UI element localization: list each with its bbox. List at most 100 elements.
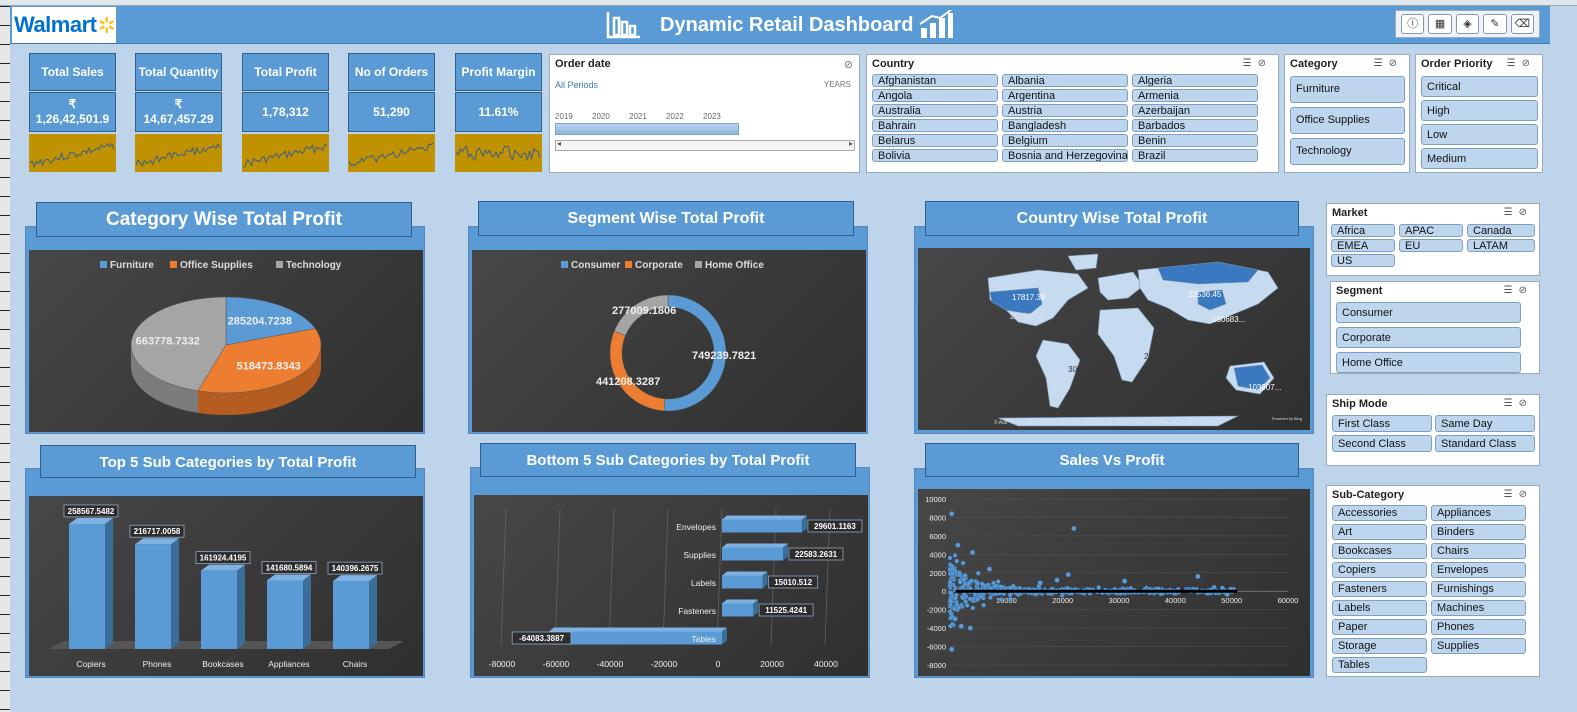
- sub-category-chip[interactable]: Bookcases: [1332, 543, 1427, 559]
- country-chip[interactable]: Albania: [1002, 74, 1128, 87]
- timeline-unit-dropdown[interactable]: YEARS: [824, 80, 851, 89]
- scatter-point: [1121, 578, 1128, 584]
- scatter-point: [975, 570, 981, 576]
- ship-mode-chip-same-day[interactable]: Same Day: [1435, 415, 1535, 432]
- sub-category-chip[interactable]: Machines: [1431, 600, 1526, 616]
- market-chip-canada[interactable]: Canada: [1467, 224, 1535, 237]
- scatter-point: [988, 595, 993, 600]
- category-chip-technology[interactable]: Technology: [1290, 138, 1405, 165]
- info-icon[interactable]: ⓘ: [1401, 14, 1425, 34]
- country-chip[interactable]: Austria: [1002, 104, 1128, 117]
- sub-category-chip[interactable]: Phones: [1431, 619, 1526, 635]
- y-tick-label: 0: [942, 587, 946, 596]
- sub-category-chip[interactable]: Furnishings: [1431, 581, 1526, 597]
- market-chip-latam[interactable]: LATAM: [1467, 239, 1535, 252]
- world-map[interactable]: 17817.39 286397.0... 22536.45 150683... …: [918, 248, 1310, 430]
- priority-chip-high[interactable]: High: [1421, 100, 1538, 121]
- scatter-point: [961, 577, 967, 583]
- category-chip-furniture[interactable]: Furniture: [1290, 76, 1405, 103]
- country-chip[interactable]: Australia: [872, 104, 998, 117]
- sub-category-chip[interactable]: Tables: [1332, 657, 1427, 673]
- sub-category-chip[interactable]: Paper: [1332, 619, 1427, 635]
- segment-chip-corporate[interactable]: Corporate: [1336, 327, 1521, 348]
- sub-category-chip[interactable]: Art: [1332, 524, 1427, 540]
- sub-category-chip[interactable]: Binders: [1431, 524, 1526, 540]
- market-chip-africa[interactable]: Africa: [1331, 224, 1395, 237]
- clear-icon[interactable]: ⌫: [1510, 14, 1535, 34]
- slicer-multiselect-clear-icons[interactable]: ☰⊘: [1374, 58, 1403, 69]
- country-chip[interactable]: Algeria: [1132, 74, 1258, 87]
- y-tick-label: 4000: [929, 550, 946, 559]
- map-label: 300.: [1068, 365, 1084, 374]
- country-chip[interactable]: Bangladesh: [1002, 119, 1128, 132]
- sub-category-chip[interactable]: Copiers: [1332, 562, 1427, 578]
- ship-mode-chip-second-class[interactable]: Second Class: [1332, 435, 1432, 452]
- ship-mode-chip-standard-class[interactable]: Standard Class: [1435, 435, 1535, 452]
- chart-area: 258567.5482 Copiers 216717.0058 Phones 16192…: [29, 496, 423, 676]
- category-tick-label: Tables: [691, 634, 716, 644]
- segment-chip-consumer[interactable]: Consumer: [1336, 302, 1521, 323]
- scatter-point: [949, 511, 955, 517]
- russia-shape: [1157, 261, 1259, 285]
- priority-chip-critical[interactable]: Critical: [1421, 76, 1538, 97]
- legend-label: Furniture: [110, 260, 154, 271]
- category-tick-label: Envelopes: [676, 522, 716, 532]
- south-america-shape: [1035, 339, 1081, 409]
- sparkline-trend: [135, 143, 221, 167]
- scatter-point: [957, 570, 962, 575]
- sub-category-chip[interactable]: Envelopes: [1431, 562, 1526, 578]
- market-chip-us[interactable]: US: [1331, 254, 1395, 267]
- timeline-scrollbar[interactable]: ◂ ▸: [555, 139, 855, 151]
- sub-category-chip[interactable]: Accessories: [1332, 505, 1427, 521]
- market-chip-apac[interactable]: APAC: [1399, 224, 1463, 237]
- category-chip-office-supplies[interactable]: Office Supplies: [1290, 107, 1405, 134]
- country-chip[interactable]: Afghanistan: [872, 74, 998, 87]
- country-chip[interactable]: Benin: [1132, 134, 1258, 147]
- slicer-multiselect-clear-icons[interactable]: ☰⊘: [1504, 207, 1533, 218]
- calculator-icon[interactable]: ▦: [1428, 14, 1452, 34]
- sub-category-chip[interactable]: Appliances: [1431, 505, 1526, 521]
- country-chip[interactable]: Belarus: [872, 134, 998, 147]
- slicer-multiselect-clear-icons[interactable]: ☰⊘: [1504, 398, 1533, 409]
- country-chip[interactable]: Armenia: [1132, 89, 1258, 102]
- scatter-point: [1037, 580, 1043, 586]
- sub-category-chip[interactable]: Labels: [1332, 600, 1427, 616]
- slicer-multiselect-clear-icons[interactable]: ☰⊘: [1504, 285, 1533, 296]
- timeline-selection-bar[interactable]: [555, 123, 739, 135]
- country-chip[interactable]: Bosnia and Herzegovina: [1002, 149, 1128, 162]
- cube-icon[interactable]: ◈: [1455, 14, 1480, 34]
- sub-category-chip[interactable]: Storage: [1332, 638, 1427, 654]
- ship-mode-chip-first-class[interactable]: First Class: [1332, 415, 1432, 432]
- bar-top: [722, 571, 768, 576]
- sub-category-chip[interactable]: Fasteners: [1332, 581, 1427, 597]
- priority-chip-low[interactable]: Low: [1421, 124, 1538, 145]
- segment-panel-title: Segment Wise Total Profit: [478, 201, 854, 236]
- clear-filter-icon[interactable]: ⊘: [844, 58, 853, 71]
- segment-chip-home-office[interactable]: Home Office: [1336, 352, 1521, 373]
- country-chip[interactable]: Bahrain: [872, 119, 998, 132]
- sub-category-chip[interactable]: Supplies: [1431, 638, 1526, 654]
- slicer-multiselect-clear-icons[interactable]: ☰⊘: [1507, 58, 1536, 69]
- slicer-multiselect-clear-icons[interactable]: ☰⊘: [1504, 489, 1533, 500]
- country-chip[interactable]: Belgium: [1002, 134, 1128, 147]
- slicer-multiselect-clear-icons[interactable]: ☰⊘: [1243, 58, 1272, 69]
- country-chip[interactable]: Angola: [872, 89, 998, 102]
- priority-chip-medium[interactable]: Medium: [1421, 148, 1538, 169]
- brush-icon[interactable]: ✎: [1483, 14, 1507, 34]
- country-chip[interactable]: Azerbaijan: [1132, 104, 1258, 117]
- map-label: 22536.45: [1188, 290, 1222, 299]
- donut-data-label: 749239.7821: [692, 350, 756, 362]
- country-chip[interactable]: Bolivia: [872, 149, 998, 162]
- scatter-point: [1071, 525, 1077, 532]
- sub-category-chip[interactable]: Chairs: [1431, 543, 1526, 559]
- market-chip-eu[interactable]: EU: [1399, 239, 1463, 252]
- map-area: 17817.39 286397.0... 22536.45 150683... …: [918, 248, 1310, 430]
- scatter-point: [975, 580, 981, 586]
- market-chip-emea[interactable]: EMEA: [1331, 239, 1395, 252]
- bar: [69, 523, 105, 649]
- country-chip[interactable]: Argentina: [1002, 89, 1128, 102]
- country-chip[interactable]: Barbados: [1132, 119, 1258, 132]
- order-date-timeline[interactable]: Order date ⊘ All Periods YEARS 2019 2020…: [549, 54, 860, 173]
- country-chip[interactable]: Brazil: [1132, 149, 1258, 162]
- legend-swatch: [170, 261, 177, 268]
